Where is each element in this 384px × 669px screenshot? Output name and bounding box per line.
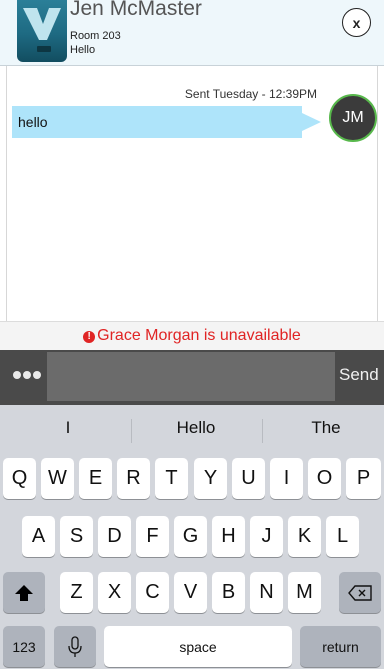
- key-w[interactable]: W: [41, 458, 74, 499]
- shift-key[interactable]: [3, 572, 45, 613]
- more-options-icon[interactable]: [13, 371, 41, 379]
- key-j[interactable]: J: [250, 516, 283, 557]
- chat-header: Jen McMaster Room 203 Hello x: [0, 0, 384, 66]
- unavailable-banner: ! Grace Morgan is unavailable: [0, 321, 384, 350]
- keyboard: I Hello The Q W E R T Y U I O P A S D F …: [0, 405, 384, 669]
- room-label: Room 203: [70, 30, 121, 42]
- key-o[interactable]: O: [308, 458, 341, 499]
- key-n[interactable]: N: [250, 572, 283, 613]
- suggestion-bar: I Hello The: [0, 405, 384, 453]
- contact-status: Hello: [70, 44, 96, 56]
- key-a[interactable]: A: [22, 516, 55, 557]
- composer-bar: Send: [0, 350, 384, 405]
- microphone-key[interactable]: [54, 626, 96, 667]
- return-key[interactable]: return: [300, 626, 381, 667]
- key-k[interactable]: K: [288, 516, 321, 557]
- suggestion-divider: [262, 419, 263, 443]
- key-z[interactable]: Z: [60, 572, 93, 613]
- microphone-icon: [68, 635, 82, 657]
- unavailable-text: Grace Morgan is unavailable: [97, 327, 301, 344]
- message-input[interactable]: [47, 352, 335, 401]
- key-c[interactable]: C: [136, 572, 169, 613]
- key-u[interactable]: U: [232, 458, 265, 499]
- key-m[interactable]: M: [288, 572, 321, 613]
- backspace-icon: [348, 584, 372, 601]
- key-i[interactable]: I: [270, 458, 303, 499]
- key-d[interactable]: D: [98, 516, 131, 557]
- key-s[interactable]: S: [60, 516, 93, 557]
- shift-icon: [15, 584, 33, 601]
- bubble-tail: [302, 113, 321, 131]
- message-timestamp: Sent Tuesday - 12:39PM: [184, 87, 317, 101]
- key-f[interactable]: F: [136, 516, 169, 557]
- message-bubble[interactable]: hello: [12, 106, 321, 138]
- numbers-key[interactable]: 123: [3, 626, 45, 667]
- key-b[interactable]: B: [212, 572, 245, 613]
- contact-name: Jen McMaster: [70, 0, 202, 20]
- send-button[interactable]: Send: [339, 365, 379, 385]
- backspace-key[interactable]: [339, 572, 381, 613]
- key-h[interactable]: H: [212, 516, 245, 557]
- suggestion-3[interactable]: The: [271, 418, 381, 438]
- alert-icon: !: [83, 331, 96, 343]
- key-y[interactable]: Y: [194, 458, 227, 499]
- key-e[interactable]: E: [79, 458, 112, 499]
- key-l[interactable]: L: [326, 516, 359, 557]
- key-r[interactable]: R: [117, 458, 150, 499]
- message-list: Sent Tuesday - 12:39PM hello JM: [6, 66, 378, 321]
- key-v[interactable]: V: [174, 572, 207, 613]
- space-key[interactable]: space: [104, 626, 292, 667]
- suggestion-1[interactable]: I: [13, 418, 123, 438]
- key-p[interactable]: P: [346, 458, 381, 499]
- key-q[interactable]: Q: [3, 458, 36, 499]
- key-t[interactable]: T: [155, 458, 188, 499]
- suggestion-2[interactable]: Hello: [141, 418, 251, 438]
- key-g[interactable]: G: [174, 516, 207, 557]
- suggestion-divider: [131, 419, 132, 443]
- message-text: hello: [18, 114, 48, 130]
- avatar: JM: [329, 94, 377, 142]
- close-button[interactable]: x: [342, 8, 371, 37]
- key-x[interactable]: X: [98, 572, 131, 613]
- app-logo: [17, 0, 67, 62]
